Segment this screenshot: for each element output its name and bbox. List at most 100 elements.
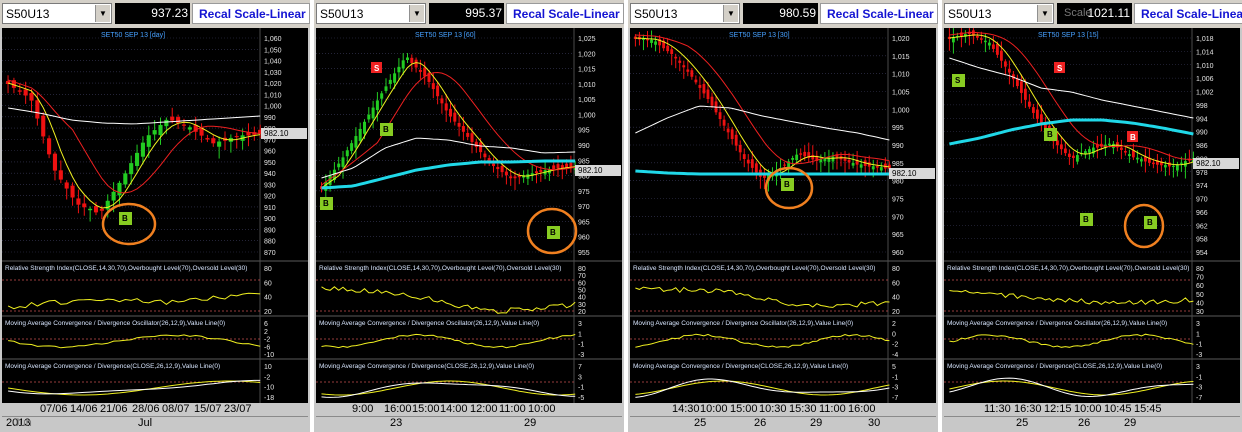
indicator-tick-label: -10 bbox=[264, 352, 274, 359]
recal-scale-button[interactable]: Recal Scale-Linear bbox=[506, 3, 624, 24]
time-axis-row-bottom: 23 29 bbox=[316, 417, 622, 430]
candle-body bbox=[674, 56, 678, 59]
time-tick: 15:45 bbox=[1134, 403, 1162, 415]
rsi-line bbox=[635, 286, 890, 308]
price-tick-label: 975 bbox=[892, 197, 904, 204]
time-tick: 14:30 bbox=[672, 403, 700, 415]
signal-marker-label: B bbox=[1083, 215, 1089, 224]
symbol-dropdown[interactable]: S50U13 ▼ bbox=[316, 3, 426, 24]
symbol-text: S50U13 bbox=[320, 7, 364, 21]
chevron-down-icon[interactable]: ▼ bbox=[409, 5, 424, 22]
chart-panel-30min: S50U13 ▼ 980.59 Recal Scale-Linear 1,020… bbox=[628, 0, 938, 432]
ma-yellow-line bbox=[635, 37, 890, 175]
time-tick: 14/06 bbox=[70, 403, 98, 415]
signal-marker-label: B bbox=[1147, 218, 1153, 227]
candle-body bbox=[754, 163, 758, 173]
candle-body bbox=[1036, 109, 1039, 119]
symbol-dropdown[interactable]: S50U13 ▼ bbox=[2, 3, 112, 24]
price-chart[interactable]: 1,025 1,020 1,015 1,010 1,005 1,000 995 990 985 9… bbox=[316, 28, 622, 403]
candle-body bbox=[397, 66, 401, 73]
indicator-tick-label: 50 bbox=[1196, 292, 1204, 299]
price-tick-label: 1,010 bbox=[892, 72, 910, 79]
price-tick-label: 940 bbox=[264, 171, 276, 178]
price-tick-label: 1,006 bbox=[1196, 76, 1214, 83]
candle-body bbox=[742, 154, 746, 159]
price-tick-label: 910 bbox=[264, 205, 276, 212]
candle-body bbox=[328, 175, 332, 185]
candle-body bbox=[843, 158, 847, 161]
candle-body bbox=[783, 164, 786, 166]
candle-body bbox=[388, 79, 392, 84]
chart-canvas: 1,0251,0201,0151,0101,0051,0009959909859… bbox=[316, 28, 622, 403]
indicator-tick-label: 60 bbox=[578, 280, 586, 287]
price-tick-label: 980 bbox=[892, 179, 904, 186]
recal-scale-button[interactable]: Recal Scale-Linear bbox=[820, 3, 938, 24]
signal-marker-label: S bbox=[1057, 64, 1063, 73]
candle-body bbox=[875, 166, 879, 168]
candle-body bbox=[393, 73, 397, 83]
candle-body bbox=[164, 119, 169, 127]
candle-body bbox=[170, 116, 175, 121]
price-tick-label: 995 bbox=[578, 128, 590, 135]
candle-body bbox=[1140, 159, 1143, 162]
indicator-tick-label: 10 bbox=[264, 364, 272, 371]
candle-body bbox=[504, 171, 508, 176]
chevron-down-icon[interactable]: ▼ bbox=[95, 5, 110, 22]
date-label: 29 bbox=[524, 417, 537, 429]
candle-body bbox=[734, 134, 738, 146]
price-tick-label: 1,018 bbox=[1196, 36, 1214, 43]
time-tick: 10:00 bbox=[528, 403, 556, 415]
price-chart[interactable]: 1,018 1,014 1,010 1,006 1,002 998 994 990 986 982… bbox=[944, 28, 1240, 403]
candle-body bbox=[410, 57, 414, 63]
price-tick-label: 960 bbox=[264, 149, 276, 156]
price-tick-label: 966 bbox=[1196, 210, 1208, 217]
symbol-dropdown[interactable]: S50U13 ▼ bbox=[944, 3, 1054, 24]
rsi-line bbox=[321, 286, 576, 314]
time-tick: 28/06 bbox=[132, 403, 160, 415]
chevron-down-icon[interactable]: ▼ bbox=[1037, 5, 1052, 22]
candle-body bbox=[479, 142, 483, 153]
price-tag-label: 982.10 bbox=[892, 169, 917, 178]
candle-body bbox=[791, 158, 795, 160]
chevron-down-icon[interactable]: ▼ bbox=[723, 5, 738, 22]
candle-body bbox=[444, 103, 448, 111]
ma-red-line bbox=[7, 79, 261, 194]
time-tick: 21/06 bbox=[100, 403, 128, 415]
indicator-tick-label: 80 bbox=[1196, 266, 1204, 273]
indicator-tick-label: 1 bbox=[578, 331, 582, 338]
candle-body bbox=[123, 173, 128, 185]
candle-body bbox=[93, 206, 99, 213]
macd-signal-line bbox=[321, 382, 576, 398]
panel-toolbar: S50U13 ▼ 995.37 Recal Scale-Linear bbox=[314, 0, 624, 28]
candle-body bbox=[199, 128, 204, 136]
indicator-tick-label: 20 bbox=[578, 309, 586, 316]
candle-body bbox=[1144, 156, 1147, 162]
indicator-tick-label: -2 bbox=[264, 337, 270, 344]
candle-body bbox=[1128, 154, 1131, 157]
macd-oscillator-line bbox=[949, 333, 1194, 348]
candle-body bbox=[706, 89, 710, 99]
candle-body bbox=[88, 208, 93, 211]
time-tick: 10:30 bbox=[759, 403, 787, 415]
candle-body bbox=[1072, 155, 1075, 159]
candle-body bbox=[803, 151, 807, 157]
recal-scale-button[interactable]: Recal Scale-Linear bbox=[192, 3, 310, 24]
candle-body bbox=[879, 167, 883, 171]
price-chart[interactable]: 1,060 1,050 1,040 1,030 1,020 1,010 1,000 990 98… bbox=[2, 28, 308, 403]
price-tick-label: 974 bbox=[1196, 183, 1208, 190]
candle-body bbox=[406, 57, 410, 61]
ma-red-line bbox=[635, 34, 890, 165]
recal-scale-button[interactable]: Recal Scale-Linear bbox=[1134, 3, 1242, 24]
time-tick: 16:00 bbox=[848, 403, 876, 415]
candle-body bbox=[1068, 153, 1071, 158]
price-tick-label: 930 bbox=[264, 182, 276, 189]
indicator-tick-label: 3 bbox=[1196, 321, 1200, 328]
price-tick-label: 970 bbox=[578, 204, 590, 211]
price-tick-label: 1,025 bbox=[578, 36, 596, 43]
time-tick: 11:00 bbox=[499, 403, 526, 415]
candle-body bbox=[670, 49, 674, 54]
symbol-dropdown[interactable]: S50U13 ▼ bbox=[630, 3, 740, 24]
candle-body bbox=[1064, 148, 1067, 154]
price-chart[interactable]: 1,020 1,015 1,010 1,005 1,000 995 990 985 980 975… bbox=[630, 28, 936, 403]
ma-white-line bbox=[8, 107, 261, 125]
